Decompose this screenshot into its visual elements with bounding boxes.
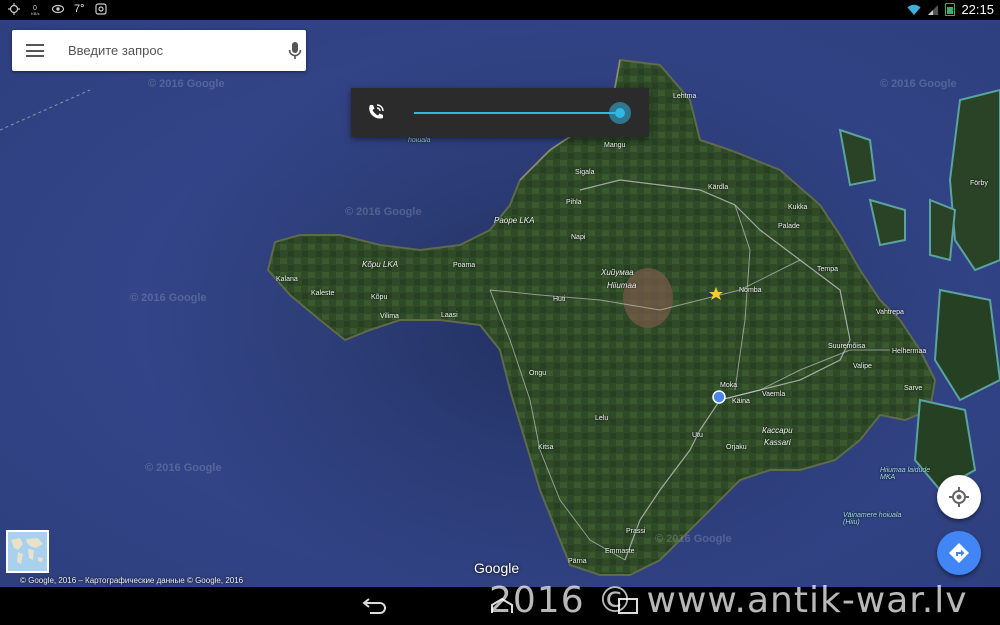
place-label: Kukka — [788, 204, 808, 211]
search-input[interactable] — [68, 43, 258, 58]
place-label: Kõpu — [371, 294, 388, 301]
place-label: Pärna — [568, 558, 587, 565]
my-location-button[interactable] — [937, 475, 981, 519]
map-watermark: © 2016 Google — [145, 462, 222, 474]
status-bar: 0 KB/s 7° 22:15 — [0, 0, 1000, 20]
place-label: Vilima — [380, 313, 399, 320]
place-label: Laasi — [441, 312, 458, 319]
microphone-icon[interactable] — [288, 41, 302, 61]
place-label: hoiuala — [408, 137, 431, 144]
place-label: Kõpu LKA — [362, 260, 399, 269]
place-label: Palade — [778, 223, 800, 230]
place-label: Kitsa — [538, 444, 554, 451]
place-label: Ongu — [529, 370, 547, 377]
place-label: Кассари — [762, 426, 793, 435]
place-label: Moka — [720, 382, 738, 389]
place-label: Vahtrepa — [876, 309, 904, 316]
place-label: Hiiumaa laidude MKA — [880, 467, 931, 481]
place-label: Paope LKA — [494, 216, 535, 225]
current-location-dot — [712, 390, 726, 404]
place-label: Huti — [553, 296, 566, 303]
menu-icon[interactable] — [26, 44, 44, 57]
temperature-text: 7° — [74, 3, 85, 15]
place-label: Lelu — [595, 415, 609, 422]
volume-slider-thumb[interactable] — [608, 102, 631, 124]
place-label: Helhermaa — [892, 348, 927, 355]
volume-slider-fill — [414, 112, 620, 114]
clearing-area — [623, 268, 673, 328]
place-label: Hiiumaa — [607, 281, 637, 290]
map-copyright: © Google, 2016 – Картографические данные… — [20, 576, 244, 585]
map-watermark: © 2016 Google — [655, 533, 732, 545]
place-label: Prassi — [626, 528, 646, 535]
place-label: Mangu — [604, 142, 626, 149]
volume-slider[interactable] — [414, 102, 631, 124]
place-label: Kärdla — [708, 184, 729, 191]
google-logo: Google — [474, 560, 520, 576]
place-label: Lehtma — [673, 93, 697, 100]
place-label: Kassari — [764, 438, 791, 447]
islet — [929, 198, 957, 262]
place-label: Poama — [453, 262, 476, 269]
place-label: Valipe — [853, 363, 872, 370]
svg-text:KB/s: KB/s — [31, 11, 39, 15]
place-label: Orjaku — [726, 444, 747, 451]
notification-icon — [94, 3, 107, 15]
search-box[interactable] — [12, 30, 306, 71]
place-label: Käina — [732, 398, 750, 405]
place-label: Kalana — [276, 276, 298, 283]
gps-icon — [8, 3, 20, 15]
directions-icon — [949, 543, 969, 563]
site-watermark: 2016 © www.antik-war.lv — [489, 580, 968, 621]
place-label: Emmaste — [605, 548, 635, 555]
signal-icon — [928, 4, 939, 15]
place-label: Vaemla — [762, 391, 786, 398]
map-watermark: © 2016 Google — [345, 206, 422, 218]
map-watermark: © 2016 Google — [130, 292, 207, 304]
map-watermark: © 2016 Google — [880, 78, 957, 90]
place-label: Tempa — [817, 266, 839, 273]
place-label: Sarve — [904, 385, 923, 392]
clock-text: 22:15 — [961, 2, 994, 17]
place-label: Napi — [571, 234, 586, 241]
place-label: Pihla — [566, 199, 582, 206]
directions-button[interactable] — [937, 531, 981, 575]
crosshair-icon — [949, 487, 969, 507]
place-label: Suuremõisa — [828, 343, 866, 350]
place-label: Väinamere hoiuala (Hiiu) — [843, 512, 902, 526]
eye-icon — [52, 4, 64, 14]
world-overview-map[interactable] — [6, 530, 49, 573]
call-volume-panel — [351, 88, 649, 137]
place-label: Хийумаа — [601, 268, 634, 277]
wifi-icon — [907, 4, 921, 15]
place-label: Nomba — [739, 287, 762, 294]
data-speed-icon: 0KB/s — [31, 5, 39, 15]
back-icon[interactable] — [360, 597, 388, 615]
place-label: Kaleste — [311, 290, 335, 297]
boundary-line — [0, 89, 91, 131]
place-label: Utu — [692, 432, 703, 439]
world-map-icon — [8, 532, 47, 571]
map-watermark: © 2016 Google — [148, 78, 225, 90]
phone-volume-icon — [369, 104, 384, 119]
place-label: Sigala — [575, 169, 595, 176]
battery-icon — [945, 3, 956, 16]
place-label: Förby — [970, 180, 988, 187]
